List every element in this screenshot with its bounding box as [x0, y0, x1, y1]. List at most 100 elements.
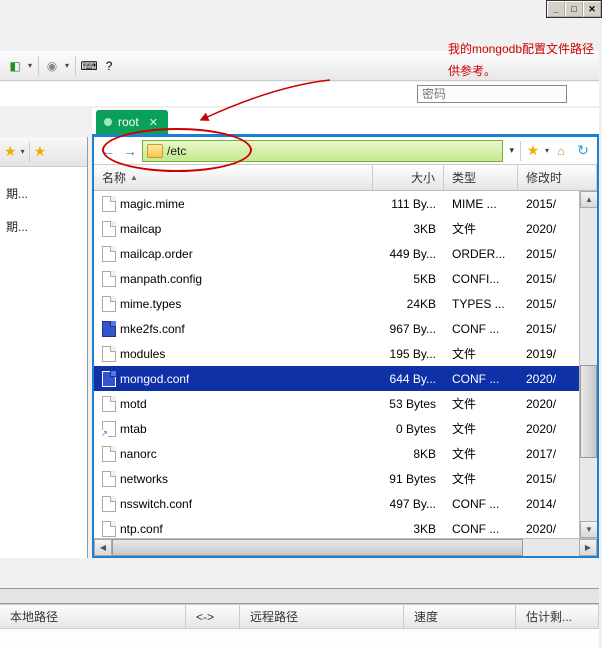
file-size: 8KB — [373, 447, 444, 461]
horizontal-scrollbar[interactable]: ◀ ▶ — [94, 538, 597, 556]
file-row[interactable]: ntp.conf3KBCONF ...2020/ — [94, 516, 597, 538]
favorite-button[interactable]: ★ — [523, 141, 543, 161]
address-dropdown-icon[interactable]: ▾ — [505, 145, 518, 156]
file-name: mailcap — [120, 222, 161, 236]
file-size: 449 By... — [373, 247, 444, 261]
column-header-size[interactable]: 大小 — [373, 165, 444, 190]
file-type: MIME ... — [444, 197, 518, 211]
file-row[interactable]: modules195 By...文件2019/ — [94, 341, 597, 366]
file-size: 91 Bytes — [373, 472, 444, 486]
disk-icon[interactable]: ◉ — [45, 59, 59, 73]
file-type: CONF ... — [444, 522, 518, 536]
file-icon — [102, 396, 116, 412]
window-controls: _ □ ✕ — [546, 0, 602, 18]
file-icon — [102, 346, 116, 362]
help-icon[interactable]: ? — [102, 59, 116, 73]
file-row[interactable]: mongod.conf644 By...CONF ...2020/ — [94, 366, 597, 391]
tab-label: root — [118, 115, 139, 129]
column-header-remote[interactable]: 远程路径 — [240, 605, 404, 628]
file-icon — [102, 296, 116, 312]
file-name: ntp.conf — [120, 522, 163, 536]
left-list-item[interactable]: 期... — [4, 181, 83, 206]
file-name: mke2fs.conf — [120, 322, 185, 336]
file-type: TYPES ... — [444, 297, 518, 311]
file-size: 111 By... — [373, 197, 444, 211]
scroll-down-button[interactable]: ▼ — [580, 521, 597, 538]
file-size: 967 By... — [373, 322, 444, 336]
address-bar[interactable]: /etc — [142, 140, 503, 162]
file-row[interactable]: mke2fs.conf967 By...CONF ...2015/ — [94, 316, 597, 341]
file-name: motd — [120, 397, 147, 411]
tab-close-icon[interactable]: ✕ — [145, 116, 158, 129]
file-size: 497 By... — [373, 497, 444, 511]
left-list-item[interactable] — [4, 173, 83, 181]
bookmark-icon[interactable]: ◧ — [8, 59, 22, 73]
scroll-right-button[interactable]: ▶ — [579, 539, 597, 556]
tab-strip: root ✕ — [92, 108, 599, 134]
file-row[interactable]: networks91 Bytes文件2015/ — [94, 466, 597, 491]
vertical-scrollbar[interactable]: ▲ ▼ — [579, 191, 597, 538]
refresh-button[interactable]: ↻ — [573, 141, 593, 161]
dropdown-icon[interactable]: ▾ — [65, 61, 69, 70]
column-header-direction[interactable]: <-> — [186, 605, 240, 628]
close-button[interactable]: ✕ — [583, 1, 601, 17]
column-header-eta[interactable]: 估计剩... — [516, 605, 599, 628]
file-row[interactable]: nsswitch.conf497 By...CONF ...2014/ — [94, 491, 597, 516]
maximize-button[interactable]: □ — [565, 1, 583, 17]
file-icon — [102, 271, 116, 287]
column-header-name[interactable]: 名称▲ — [94, 165, 373, 190]
dropdown-icon[interactable]: ▾ — [21, 147, 25, 156]
scroll-up-button[interactable]: ▲ — [580, 191, 597, 208]
file-name: mime.types — [120, 297, 181, 311]
file-size: 644 By... — [373, 372, 444, 386]
file-row[interactable]: motd53 Bytes文件2020/ — [94, 391, 597, 416]
home-button[interactable]: ⌂ — [551, 141, 571, 161]
back-button[interactable]: ← — [98, 141, 118, 161]
file-icon — [102, 446, 116, 462]
status-dot-icon — [104, 118, 112, 126]
scroll-thumb[interactable] — [580, 365, 597, 459]
file-row[interactable]: mime.types24KBTYPES ...2015/ — [94, 291, 597, 316]
file-type: 文件 — [444, 220, 518, 237]
scroll-left-button[interactable]: ◀ — [94, 539, 112, 556]
file-size: 3KB — [373, 222, 444, 236]
file-name: modules — [120, 347, 165, 361]
star-icon[interactable]: ★ — [4, 143, 17, 160]
file-row[interactable]: mtab0 Bytes文件2020/ — [94, 416, 597, 441]
file-name: nanorc — [120, 447, 157, 461]
file-type: CONF ... — [444, 372, 518, 386]
nav-bar: ← → /etc ▾ ★ ▾ ⌂ ↻ — [94, 137, 597, 165]
star-icon[interactable]: ★ — [34, 143, 47, 160]
left-toolbar: ★ ▾ ★ — [0, 137, 87, 167]
tab-root[interactable]: root ✕ — [96, 110, 168, 134]
left-pane: ★ ▾ ★ 期... 期... — [0, 137, 88, 558]
file-row[interactable]: mailcap.order449 By...ORDER...2015/ — [94, 241, 597, 266]
forward-button[interactable]: → — [120, 141, 140, 161]
left-list-item[interactable] — [4, 206, 83, 214]
file-type: 文件 — [444, 395, 518, 412]
column-header-speed[interactable]: 速度 — [404, 605, 516, 628]
file-icon — [102, 371, 116, 387]
splitter[interactable] — [0, 588, 599, 604]
folder-icon — [147, 144, 163, 158]
column-header-type[interactable]: 类型 — [444, 165, 518, 190]
file-row[interactable]: mailcap3KB文件2020/ — [94, 216, 597, 241]
scroll-thumb[interactable] — [112, 539, 523, 556]
file-icon — [102, 421, 116, 437]
file-row[interactable]: nanorc8KB文件2017/ — [94, 441, 597, 466]
file-type: 文件 — [444, 445, 518, 462]
column-header-local[interactable]: 本地路径 — [0, 605, 186, 628]
dropdown-icon[interactable]: ▾ — [545, 146, 549, 155]
file-name: magic.mime — [120, 197, 185, 211]
file-row[interactable]: magic.mime111 By...MIME ...2015/ — [94, 191, 597, 216]
dropdown-icon[interactable]: ▾ — [28, 61, 32, 70]
file-size: 3KB — [373, 522, 444, 536]
keyboard-icon[interactable]: ⌨ — [82, 59, 96, 73]
left-list-item[interactable]: 期... — [4, 214, 83, 239]
minimize-button[interactable]: _ — [547, 1, 565, 17]
column-header-modified[interactable]: 修改时 — [518, 165, 597, 190]
file-row[interactable]: manpath.config5KBCONFI...2015/ — [94, 266, 597, 291]
grid-header: 名称▲ 大小 类型 修改时 — [94, 165, 597, 191]
transfer-queue: 本地路径 <-> 远程路径 速度 估计剩... — [0, 604, 599, 648]
password-input[interactable] — [417, 85, 567, 103]
